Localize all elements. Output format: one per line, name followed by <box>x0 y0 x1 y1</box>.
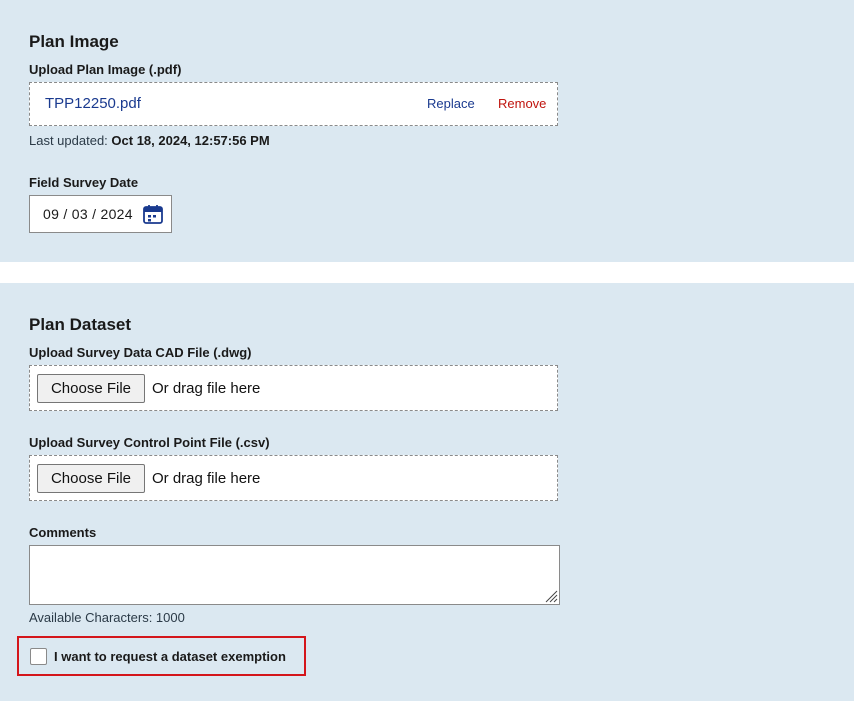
last-updated-prefix: Last updated: <box>29 133 108 148</box>
available-characters-text: Available Characters: 1000 <box>29 610 185 625</box>
csv-drag-text: Or drag file here <box>152 470 261 487</box>
plan-image-file-link[interactable]: TPP12250.pdf <box>45 95 141 112</box>
last-updated-value: Oct 18, 2024, 12:57:56 PM <box>111 133 270 148</box>
replace-button[interactable]: Replace <box>427 96 475 111</box>
plan-image-title: Plan Image <box>29 32 119 51</box>
field-survey-date-label: Field Survey Date <box>29 175 139 190</box>
plan-image-section: Plan Image Upload Plan Image (.pdf) TPP1… <box>0 0 854 262</box>
csv-choose-file-button[interactable]: Choose File <box>37 464 145 493</box>
cad-choose-file-button[interactable]: Choose File <box>37 374 145 403</box>
calendar-icon[interactable] <box>142 203 164 225</box>
cad-upload-label: Upload Survey Data CAD File (.dwg) <box>29 345 252 360</box>
cad-drag-text: Or drag file here <box>152 380 261 397</box>
upload-plan-image-label: Upload Plan Image (.pdf) <box>29 62 182 77</box>
remove-button[interactable]: Remove <box>498 96 546 111</box>
dataset-exemption-label[interactable]: I want to request a dataset exemption <box>54 649 286 664</box>
last-updated-text: Last updated: Oct 18, 2024, 12:57:56 PM <box>29 133 270 148</box>
plan-image-dropzone: TPP12250.pdf Replace Remove <box>29 82 558 126</box>
dataset-exemption-highlight: I want to request a dataset exemption <box>17 636 306 676</box>
comments-textarea[interactable] <box>29 545 560 605</box>
field-survey-date-value: 09 / 03 / 2024 <box>43 206 133 222</box>
csv-upload-label: Upload Survey Control Point File (.csv) <box>29 435 270 450</box>
csv-file-dropzone[interactable]: Choose File Or drag file here <box>29 455 558 501</box>
field-survey-date-input[interactable]: 09 / 03 / 2024 <box>29 195 172 233</box>
dataset-exemption-checkbox[interactable] <box>30 648 47 665</box>
comments-label: Comments <box>29 525 97 540</box>
plan-dataset-title: Plan Dataset <box>29 315 132 334</box>
cad-file-dropzone[interactable]: Choose File Or drag file here <box>29 365 558 411</box>
resize-grip-icon[interactable] <box>544 589 558 603</box>
